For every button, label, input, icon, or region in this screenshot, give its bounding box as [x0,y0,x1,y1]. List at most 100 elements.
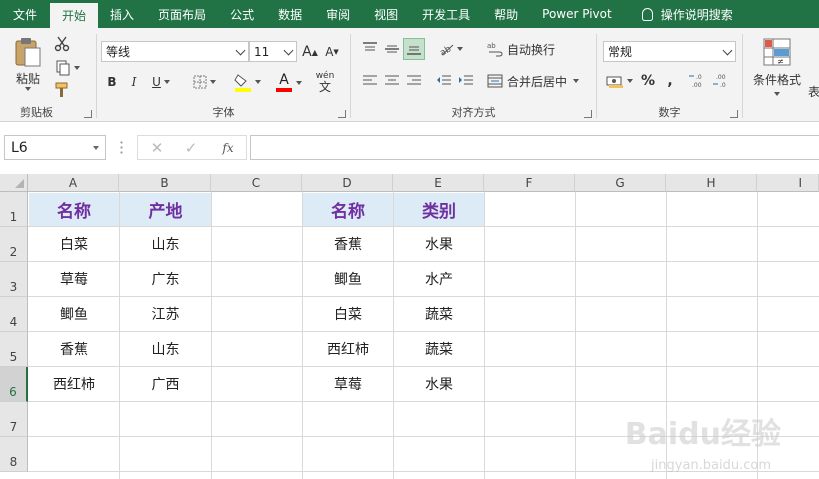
cell-b5[interactable]: 山东 [120,332,211,366]
cancel-icon[interactable]: ✕ [148,138,166,158]
column-header-c[interactable]: C [211,174,302,192]
decrease-decimal-button[interactable]: .00.0 [711,70,733,92]
cell-d3[interactable]: 鲫鱼 [303,262,393,296]
tell-me-search[interactable]: 操作说明搜索 [624,0,745,28]
accounting-format-button[interactable] [603,70,635,92]
row-header-5[interactable]: 5 [0,332,28,367]
row-header-2[interactable]: 2 [0,227,28,262]
fill-color-button[interactable] [231,70,263,94]
column-header-b[interactable]: B [119,174,211,192]
top-align-button[interactable] [359,38,381,60]
column-header-d[interactable]: D [302,174,393,192]
cell-e4[interactable]: 蔬菜 [394,297,484,331]
row-header-3[interactable]: 3 [0,262,28,297]
column-header-g[interactable]: G [575,174,666,192]
cell-d2[interactable]: 香蕉 [303,227,393,261]
font-color-button[interactable]: A [269,70,299,94]
formula-input[interactable] [250,135,819,160]
cell-e5[interactable]: 蔬菜 [394,332,484,366]
decrease-indent-button[interactable] [433,70,455,92]
decrease-font-size-button[interactable]: A ▼ [323,42,341,62]
chevron-down-icon[interactable] [296,81,302,85]
number-launcher-icon[interactable] [730,110,738,118]
font-size-select[interactable]: 11 [249,41,297,62]
middle-align-button[interactable] [381,38,403,60]
row-header-8[interactable]: 8 [0,437,28,472]
cell-d1[interactable]: 名称 [303,193,393,226]
orientation-button[interactable]: ab [435,38,465,60]
cell-a6[interactable]: 西红柿 [29,367,119,401]
cut-button[interactable] [52,34,72,54]
tab-power-pivot[interactable]: Power Pivot [530,0,624,28]
cell-e6[interactable]: 水果 [394,367,484,401]
comma-style-button[interactable]: , [661,70,679,92]
tab-help[interactable]: 帮助 [482,0,530,28]
cell-e1[interactable]: 类别 [394,193,484,226]
column-header-e[interactable]: E [393,174,484,192]
align-center-button[interactable] [381,70,403,92]
cell-e3[interactable]: 水产 [394,262,484,296]
cell-b2[interactable]: 山东 [120,227,211,261]
column-header-a[interactable]: A [28,174,119,192]
bottom-align-button[interactable] [403,38,425,60]
tab-page-layout[interactable]: 页面布局 [146,0,218,28]
format-as-table-partial[interactable]: 表 [807,82,819,100]
tab-developer[interactable]: 开发工具 [410,0,482,28]
tab-file[interactable]: 文件 [0,0,50,28]
increase-indent-button[interactable] [455,70,477,92]
cell-b3[interactable]: 广东 [120,262,211,296]
select-all-corner[interactable] [0,174,28,192]
column-header-h[interactable]: H [666,174,757,192]
insert-function-icon[interactable]: fx [218,138,238,158]
borders-button[interactable] [189,72,219,92]
number-format-select[interactable]: 常规 [603,41,736,62]
tab-view[interactable]: 视图 [362,0,410,28]
conditional-formatting-button[interactable]: ≠ 条件格式 [747,34,807,98]
italic-button[interactable]: I [125,72,143,92]
worksheet-grid[interactable]: A B C D E F G H I 1 2 3 4 5 6 7 8 名称 产地 … [0,174,819,479]
cell-b4[interactable]: 江苏 [120,297,211,331]
cell-a1[interactable]: 名称 [29,193,119,226]
column-header-i[interactable]: I [757,174,819,192]
clipboard-launcher-icon[interactable] [84,110,92,118]
format-painter-button[interactable] [52,80,72,100]
enter-check-icon[interactable]: ✓ [182,138,200,158]
wrap-text-button[interactable]: ab 自动换行 [487,38,561,60]
tab-formulas[interactable]: 公式 [218,0,266,28]
cell-b1[interactable]: 产地 [120,193,211,226]
tab-home[interactable]: 开始 [50,3,99,28]
cell-d4[interactable]: 白菜 [303,297,393,331]
bold-button[interactable]: B [103,72,121,92]
cell-d6[interactable]: 草莓 [303,367,393,401]
column-header-f[interactable]: F [484,174,575,192]
align-right-button[interactable] [403,70,425,92]
increase-font-size-button[interactable]: A ▲ [301,42,319,62]
font-launcher-icon[interactable] [338,110,346,118]
merge-center-button[interactable]: 合并后居中 [487,70,587,92]
tab-data[interactable]: 数据 [266,0,314,28]
row-header-4[interactable]: 4 [0,297,28,332]
tab-review[interactable]: 审阅 [314,0,362,28]
cell-a5[interactable]: 香蕉 [29,332,119,366]
number-group-label: 数字 [658,106,681,119]
alignment-launcher-icon[interactable] [584,110,592,118]
cell-d5[interactable]: 西红柿 [303,332,393,366]
cell-a3[interactable]: 草莓 [29,262,119,296]
phonetic-guide-button[interactable]: wén 文 [309,70,341,94]
tab-insert[interactable]: 插入 [98,0,146,28]
increase-decimal-button[interactable]: .0.00 [687,70,709,92]
cell-b6[interactable]: 广西 [120,367,211,401]
percent-style-button[interactable]: % [639,70,657,92]
copy-button[interactable] [52,58,82,78]
cell-a4[interactable]: 鲫鱼 [29,297,119,331]
row-header-7[interactable]: 7 [0,402,28,437]
align-left-button[interactable] [359,70,381,92]
row-header-6[interactable]: 6 [0,367,28,402]
paste-button[interactable]: 粘贴 [10,34,46,92]
cell-e2[interactable]: 水果 [394,227,484,261]
font-name-select[interactable]: 等线 [101,41,249,62]
row-header-1[interactable]: 1 [0,192,28,227]
name-box[interactable]: L6 [4,135,106,160]
cell-a2[interactable]: 白菜 [29,227,119,261]
underline-button[interactable]: U [147,72,175,92]
